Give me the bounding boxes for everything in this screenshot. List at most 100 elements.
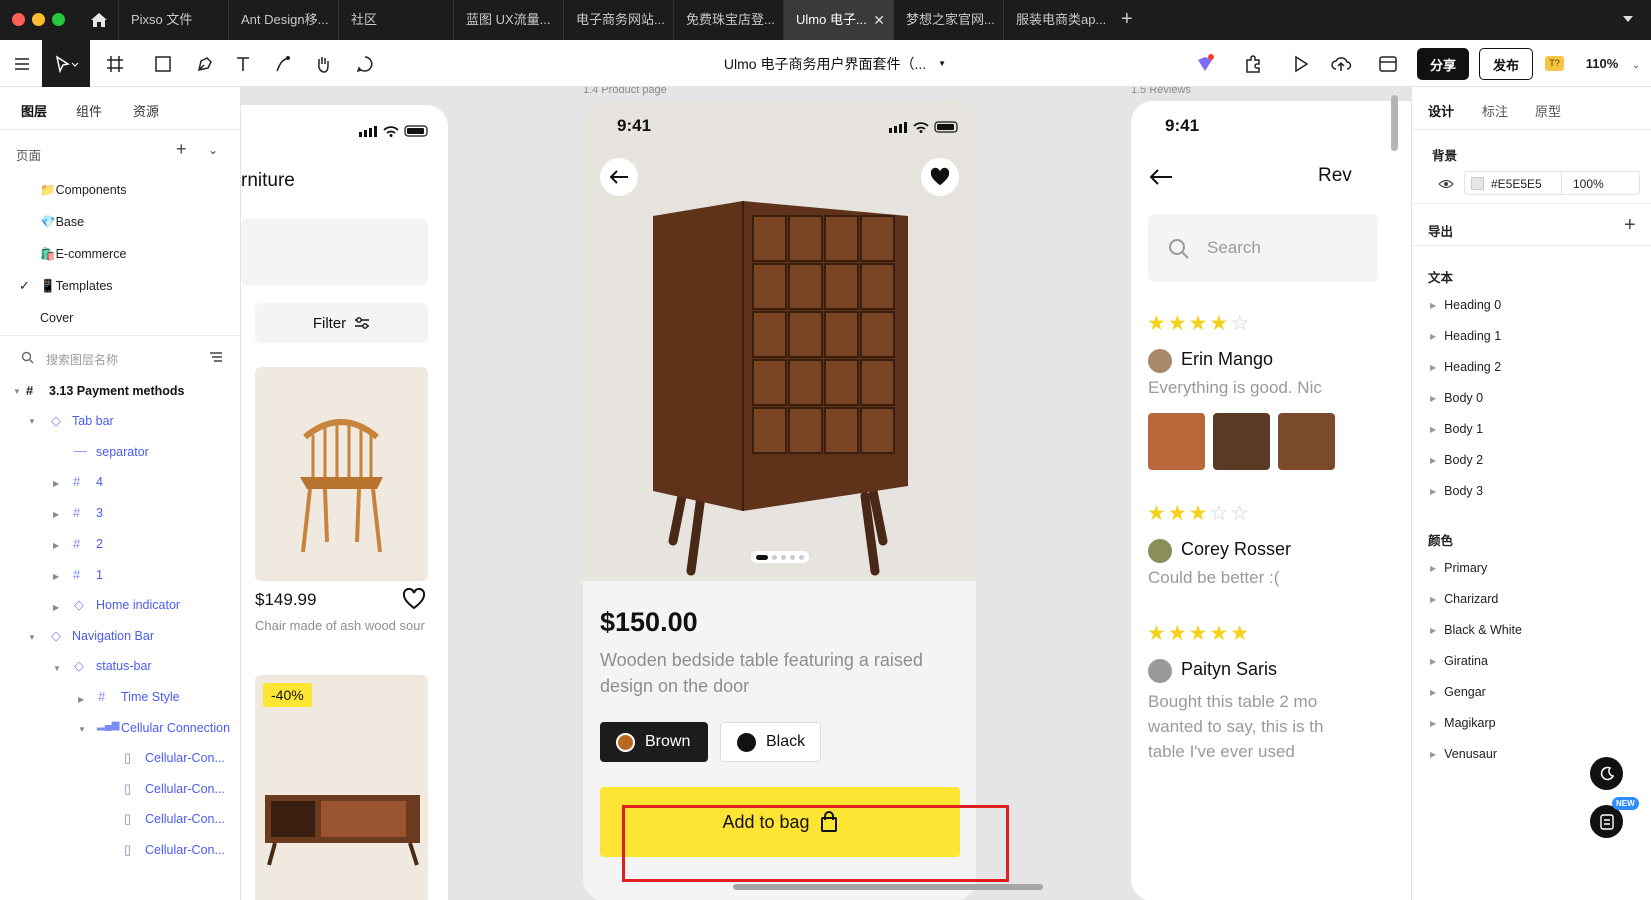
browser-tab[interactable]: 电子商务网站... xyxy=(563,0,673,40)
carousel-dot-active[interactable] xyxy=(756,554,768,560)
document-title[interactable]: Ulmo 电子商务用户界面套件（... ▼ xyxy=(700,40,970,87)
upload-cloud-icon[interactable] xyxy=(1324,40,1358,87)
filter-button[interactable]: Filter xyxy=(255,303,428,343)
product-page-frame[interactable]: 9:41 $150.00 Wooden bedside table featur… xyxy=(583,101,976,900)
layer-item[interactable]: Tab bar xyxy=(72,414,114,428)
layer-item[interactable]: status-bar xyxy=(96,659,152,673)
browser-tab[interactable]: 社区 xyxy=(338,0,453,40)
tab-layers[interactable]: 图层 xyxy=(21,101,47,120)
collapse-pages-chevron-icon[interactable]: ⌄ xyxy=(208,143,218,157)
expand-caret-icon[interactable]: ▶ xyxy=(53,479,59,488)
background-hex-value[interactable]: #E5E5E5 xyxy=(1491,177,1542,191)
browser-tab[interactable]: 免费珠宝店登... xyxy=(673,0,783,40)
layer-item[interactable]: 1 xyxy=(96,568,103,582)
catalog-search-box[interactable] xyxy=(241,218,428,286)
layer-item[interactable]: 3 xyxy=(96,506,103,520)
zoom-level[interactable]: 110% xyxy=(1578,40,1626,87)
text-style-item[interactable]: ▶ Body 1 xyxy=(1430,422,1483,436)
play-icon[interactable] xyxy=(1284,40,1318,87)
browser-tab[interactable]: Ant Design移... xyxy=(228,0,338,40)
comment-tool-icon[interactable] xyxy=(350,40,380,87)
rectangle-tool-icon[interactable] xyxy=(146,40,182,87)
layer-item[interactable]: separator xyxy=(96,445,149,459)
color-style-item[interactable]: ▶ Gengar xyxy=(1430,685,1486,699)
vertical-scrollbar[interactable] xyxy=(1391,95,1398,151)
text-style-item[interactable]: ▶ Heading 0 xyxy=(1430,298,1501,312)
layout-panel-icon[interactable] xyxy=(1368,40,1408,87)
catalog-frame[interactable]: rniture Filter $149.99 Chair made of ash… xyxy=(241,105,448,900)
page-item-ecommerce[interactable]: 🛍️E-commerce xyxy=(40,247,126,262)
browser-tab[interactable]: 服装电商类ap... xyxy=(1003,0,1118,40)
page-item-components[interactable]: 📁Components xyxy=(40,183,126,198)
color-style-item[interactable]: ▶ Black & White xyxy=(1430,623,1522,637)
pen-tool-icon[interactable] xyxy=(190,40,220,87)
tab-components[interactable]: 组件 xyxy=(76,101,102,120)
home-icon[interactable] xyxy=(90,11,108,29)
tab-prototype[interactable]: 原型 xyxy=(1535,101,1561,120)
layer-item[interactable]: 4 xyxy=(96,475,103,489)
layer-item[interactable]: Cellular Connection xyxy=(121,721,230,735)
arrow-left-icon[interactable] xyxy=(1149,168,1173,186)
plugin-icon[interactable] xyxy=(1236,40,1270,87)
tab-assets[interactable]: 资源 xyxy=(133,101,159,120)
filter-list-icon[interactable] xyxy=(209,350,223,364)
ai-assistant-icon[interactable] xyxy=(1188,40,1222,87)
eye-icon[interactable] xyxy=(1438,179,1454,189)
browser-tab[interactable]: Pixso 文件 xyxy=(118,0,228,40)
tab-design[interactable]: 设计 xyxy=(1428,101,1454,120)
text-style-item[interactable]: ▶ Body 3 xyxy=(1430,484,1483,498)
layer-search-input[interactable]: 搜索图层名称 xyxy=(46,351,118,368)
add-page-icon[interactable]: + xyxy=(176,139,187,160)
color-style-item[interactable]: ▶ Venusaur xyxy=(1430,747,1497,761)
color-swatch[interactable] xyxy=(1471,177,1484,190)
page-item-cover[interactable]: Cover xyxy=(40,311,73,325)
close-window-button[interactable] xyxy=(12,13,25,26)
carousel-dot[interactable] xyxy=(799,554,804,560)
menu-icon[interactable] xyxy=(8,40,36,87)
connector-tool-icon[interactable] xyxy=(268,40,298,87)
browser-tab[interactable]: 蓝图 UX流量... xyxy=(453,0,563,40)
publish-button[interactable]: 发布 xyxy=(1479,48,1533,80)
color-style-item[interactable]: ▶ Giratina xyxy=(1430,654,1488,668)
layer-item[interactable]: Cellular-Con... xyxy=(145,751,225,765)
expand-caret-icon[interactable]: ▼ xyxy=(28,633,36,642)
layer-item[interactable]: 3.13 Payment methods xyxy=(49,384,184,398)
back-arrow-button[interactable] xyxy=(600,158,638,196)
background-opacity-value[interactable]: 100% xyxy=(1573,177,1604,191)
color-style-item[interactable]: ▶ Magikarp xyxy=(1430,716,1496,730)
tab-annotate[interactable]: 标注 xyxy=(1482,101,1508,120)
tab-list-chevron-icon[interactable] xyxy=(1622,14,1634,24)
layer-item[interactable]: Cellular-Con... xyxy=(145,812,225,826)
expand-caret-icon[interactable]: ▼ xyxy=(28,417,36,426)
color-option-brown[interactable]: Brown xyxy=(600,722,708,762)
hand-tool-icon[interactable] xyxy=(308,40,338,87)
zoom-chevron-icon[interactable]: ⌄ xyxy=(1632,60,1640,71)
expand-caret-icon[interactable]: ▶ xyxy=(78,695,84,704)
color-style-item[interactable]: ▶ Primary xyxy=(1430,561,1487,575)
expand-caret-icon[interactable]: ▶ xyxy=(53,603,59,612)
page-item-base[interactable]: 💎Base xyxy=(40,215,84,230)
review-photo[interactable] xyxy=(1213,413,1270,470)
tv-stand-image[interactable] xyxy=(255,675,428,900)
browser-tab-active[interactable]: Ulmo 电子... ✕ xyxy=(783,0,893,40)
design-canvas[interactable]: rniture Filter $149.99 Chair made of ash… xyxy=(241,87,1411,900)
carousel-dot[interactable] xyxy=(781,554,786,560)
new-tab-icon[interactable]: + xyxy=(1121,8,1133,31)
expand-caret-icon[interactable]: ▶ xyxy=(53,510,59,519)
image-carousel-dots[interactable] xyxy=(751,551,809,563)
frame-tool-icon[interactable] xyxy=(98,40,134,87)
layer-item[interactable]: Time Style xyxy=(121,690,180,704)
share-button[interactable]: 分享 xyxy=(1417,48,1469,80)
move-tool-icon[interactable] xyxy=(42,40,90,87)
background-color-field[interactable]: #E5E5E5 100% xyxy=(1464,171,1640,195)
text-style-item[interactable]: ▶ Body 0 xyxy=(1430,391,1483,405)
plan-badge[interactable]: T? xyxy=(1545,56,1564,71)
minimize-window-button[interactable] xyxy=(32,13,45,26)
browser-tab[interactable]: 梦想之家官网... xyxy=(893,0,1003,40)
heart-outline-icon[interactable] xyxy=(402,588,426,610)
carousel-dot[interactable] xyxy=(790,554,795,560)
product-hero-image[interactable] xyxy=(583,101,976,581)
expand-caret-icon[interactable]: ▼ xyxy=(78,725,86,734)
layer-item[interactable]: Cellular-Con... xyxy=(145,782,225,796)
favorite-button[interactable] xyxy=(921,158,959,196)
